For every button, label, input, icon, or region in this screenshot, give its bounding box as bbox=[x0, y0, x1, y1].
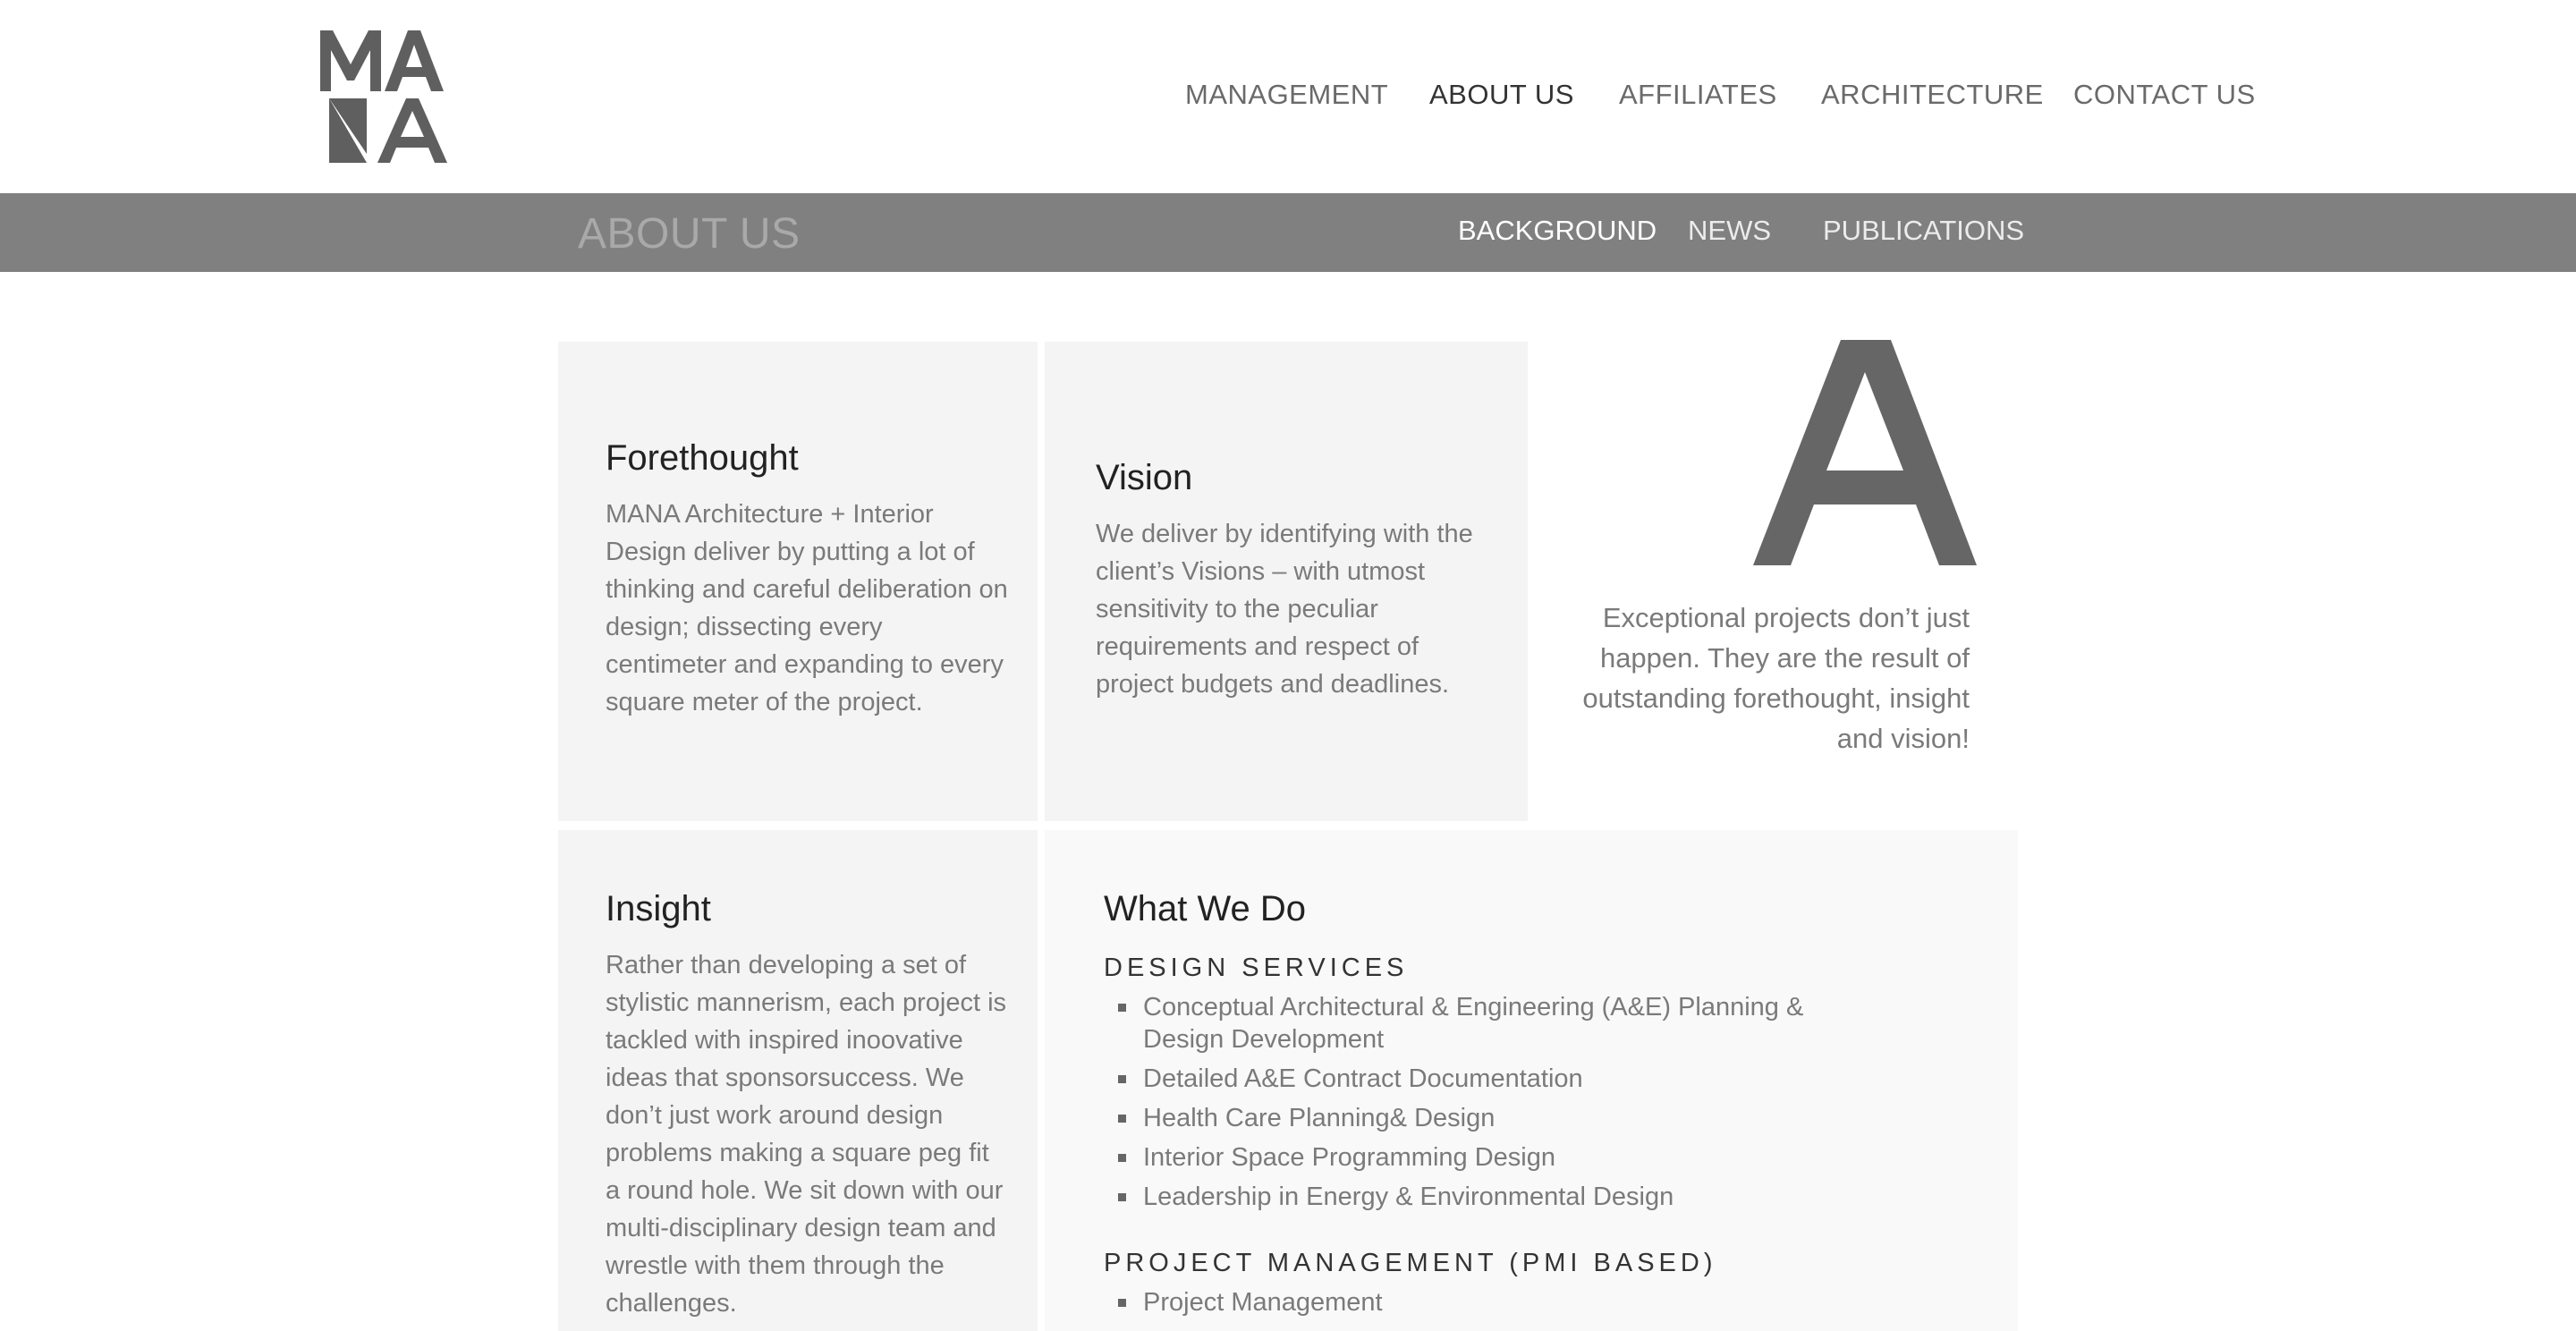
project-management-label: PROJECT MANAGEMENT (PMI BASED) bbox=[1104, 1249, 1717, 1277]
list-item: Interior Space Programming Design bbox=[1104, 1141, 1837, 1174]
card-insight: Insight Rather than developing a set of … bbox=[558, 830, 1038, 1331]
list-item: Conceptual Architectural & Engineering (… bbox=[1104, 991, 1837, 1055]
section-subbar: ABOUT US BACKGROUND NEWS PUBLICATIONS bbox=[0, 193, 2576, 272]
card-title: Insight bbox=[606, 889, 711, 928]
card-body: MANA Architecture + Interior Design deli… bbox=[606, 500, 1008, 716]
site-header: MANAGEMENT ABOUT US AFFILIATES ARCHITECT… bbox=[0, 0, 2576, 193]
list-item: Detailed A&E Contract Documentation bbox=[1104, 1063, 1837, 1095]
card-title: Vision bbox=[1096, 458, 1193, 497]
list-item: Health Care Planning& Design bbox=[1104, 1102, 1837, 1134]
list-item: Project Management bbox=[1104, 1286, 1837, 1318]
card-forethought: Forethought MANA Architecture + Interior… bbox=[558, 342, 1038, 821]
list-item: Leadership in Energy & Environmental Des… bbox=[1104, 1181, 1837, 1213]
feature-letter-a bbox=[1753, 336, 1977, 569]
section-title: ABOUT US bbox=[578, 210, 801, 258]
card-vision: Vision We deliver by identifying with th… bbox=[1045, 342, 1528, 821]
card-body: Rather than developing a set of stylisti… bbox=[606, 951, 1007, 1318]
card-title: Forethought bbox=[606, 438, 799, 478]
subnav-item-background[interactable]: BACKGROUND bbox=[1458, 215, 1657, 247]
subnav-item-publications[interactable]: PUBLICATIONS bbox=[1823, 215, 2024, 247]
nav-item-management[interactable]: MANAGEMENT bbox=[1185, 79, 1388, 111]
card-body: We deliver by identifying with the clien… bbox=[1096, 520, 1473, 699]
nav-item-affiliates[interactable]: AFFILIATES bbox=[1619, 79, 1777, 111]
nav-item-architecture[interactable]: ARCHITECTURE bbox=[1821, 79, 2044, 111]
main-nav: MANAGEMENT ABOUT US AFFILIATES ARCHITECT… bbox=[0, 79, 2576, 122]
nav-item-about-us[interactable]: ABOUT US bbox=[1429, 79, 1574, 111]
letter-a-graphic bbox=[1753, 340, 1977, 565]
design-services-label: DESIGN SERVICES bbox=[1104, 954, 1409, 982]
design-services-list: Conceptual Architectural & Engineering (… bbox=[1104, 991, 1837, 1220]
feature-quote: Exceptional projects don’t just happen. … bbox=[1582, 602, 1970, 754]
card-title: What We Do bbox=[1104, 889, 1306, 928]
project-management-list: Project Management bbox=[1104, 1286, 1837, 1326]
card-what-we-do: What We Do DESIGN SERVICES Conceptual Ar… bbox=[1045, 830, 2018, 1331]
nav-item-contact-us[interactable]: CONTACT US bbox=[2073, 79, 2256, 111]
subnav-item-news[interactable]: NEWS bbox=[1688, 215, 1771, 247]
